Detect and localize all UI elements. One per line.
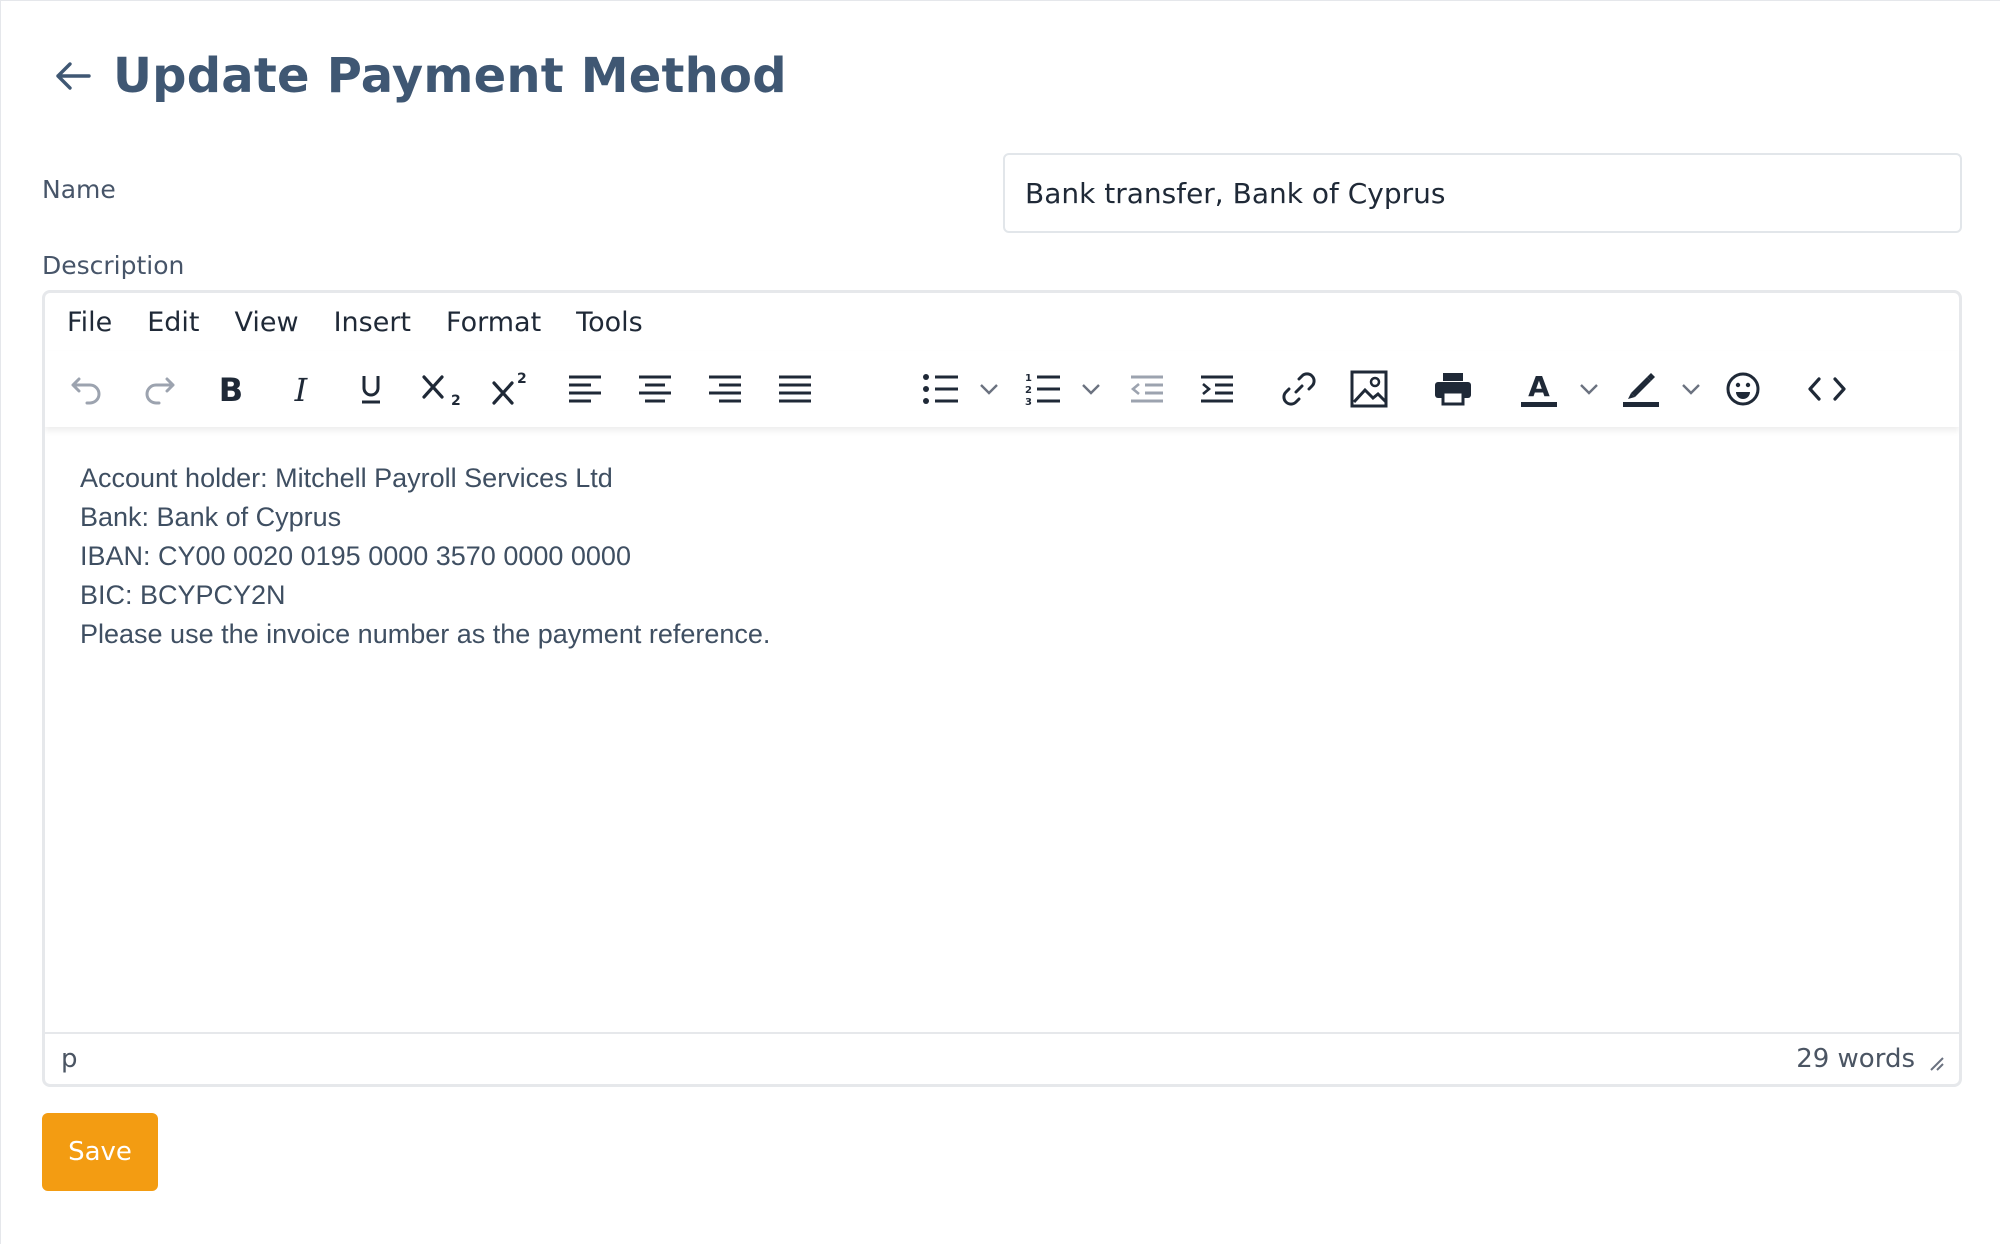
subscript-icon[interactable]: 2 xyxy=(417,365,465,413)
print-icon[interactable] xyxy=(1429,365,1477,413)
menu-insert[interactable]: Insert xyxy=(334,307,411,338)
svg-text:2: 2 xyxy=(451,393,461,409)
undo-icon[interactable] xyxy=(63,365,111,413)
word-count[interactable]: 29 words xyxy=(1796,1044,1915,1074)
description-label: Description xyxy=(42,251,185,280)
editor-menubar: File Edit View Insert Format Tools xyxy=(45,293,1959,351)
svg-text:2: 2 xyxy=(517,371,527,387)
bullet-list-icon[interactable] xyxy=(917,365,965,413)
content-line: BIC: BCYPCY2N xyxy=(80,580,286,610)
bullet-list-options-chevron-down-icon[interactable] xyxy=(975,373,1003,405)
svg-text:I: I xyxy=(294,372,309,406)
align-right-icon[interactable] xyxy=(701,365,749,413)
content-line: Please use the invoice number as the pay… xyxy=(80,619,771,649)
svg-text:2: 2 xyxy=(1025,385,1032,396)
svg-text:A: A xyxy=(1528,370,1550,403)
name-label: Name xyxy=(42,175,116,204)
svg-text:3: 3 xyxy=(1025,397,1032,406)
update-payment-method-panel: Update Payment Method Name Description F… xyxy=(0,0,2000,1244)
bold-icon[interactable]: B xyxy=(207,365,255,413)
emoji-icon[interactable] xyxy=(1719,365,1767,413)
resize-handle-icon[interactable] xyxy=(1925,1049,1945,1071)
element-path[interactable]: p xyxy=(61,1044,78,1074)
underline-icon[interactable] xyxy=(347,365,395,413)
redo-icon[interactable] xyxy=(135,365,183,413)
text-color-options-chevron-down-icon[interactable] xyxy=(1575,373,1603,405)
description-editor: File Edit View Insert Format Tools B I 2… xyxy=(42,290,1962,1087)
arrow-left-icon[interactable] xyxy=(51,54,95,98)
page-title: Update Payment Method xyxy=(113,48,787,104)
menu-file[interactable]: File xyxy=(67,307,112,338)
editor-content-area[interactable]: Account holder: Mitchell Payroll Service… xyxy=(45,427,1959,1023)
editor-toolbar: B I 2 2 1 2 3 A xyxy=(45,351,1959,427)
outdent-icon[interactable] xyxy=(1123,365,1171,413)
page-header: Update Payment Method xyxy=(51,41,787,111)
align-center-icon[interactable] xyxy=(631,365,679,413)
image-icon[interactable] xyxy=(1345,365,1393,413)
italic-icon[interactable]: I xyxy=(277,365,325,413)
align-left-icon[interactable] xyxy=(561,365,609,413)
menu-tools[interactable]: Tools xyxy=(576,307,643,338)
numbered-list-options-chevron-down-icon[interactable] xyxy=(1077,373,1105,405)
editor-statusbar: p 29 words xyxy=(45,1032,1959,1084)
svg-text:1: 1 xyxy=(1025,373,1032,384)
save-button[interactable]: Save xyxy=(42,1113,158,1191)
status-right: 29 words xyxy=(1796,1044,1945,1074)
content-line: Account holder: Mitchell Payroll Service… xyxy=(80,463,613,493)
menu-format[interactable]: Format xyxy=(446,307,541,338)
content-line: IBAN: CY00 0020 0195 0000 3570 0000 0000 xyxy=(80,541,631,571)
superscript-icon[interactable]: 2 xyxy=(487,365,535,413)
indent-icon[interactable] xyxy=(1193,365,1241,413)
link-icon[interactable] xyxy=(1275,365,1323,413)
content-line: Bank: Bank of Cyprus xyxy=(80,502,342,532)
name-input[interactable] xyxy=(1003,153,1962,233)
menu-edit[interactable]: Edit xyxy=(147,307,199,338)
highlight-color-icon[interactable] xyxy=(1617,365,1665,413)
code-icon[interactable] xyxy=(1803,365,1851,413)
highlight-color-options-chevron-down-icon[interactable] xyxy=(1677,373,1705,405)
svg-text:B: B xyxy=(219,372,243,406)
align-justify-icon[interactable] xyxy=(771,365,819,413)
menu-view[interactable]: View xyxy=(234,307,298,338)
text-color-icon[interactable]: A xyxy=(1515,365,1563,413)
numbered-list-icon[interactable]: 123 xyxy=(1019,365,1067,413)
